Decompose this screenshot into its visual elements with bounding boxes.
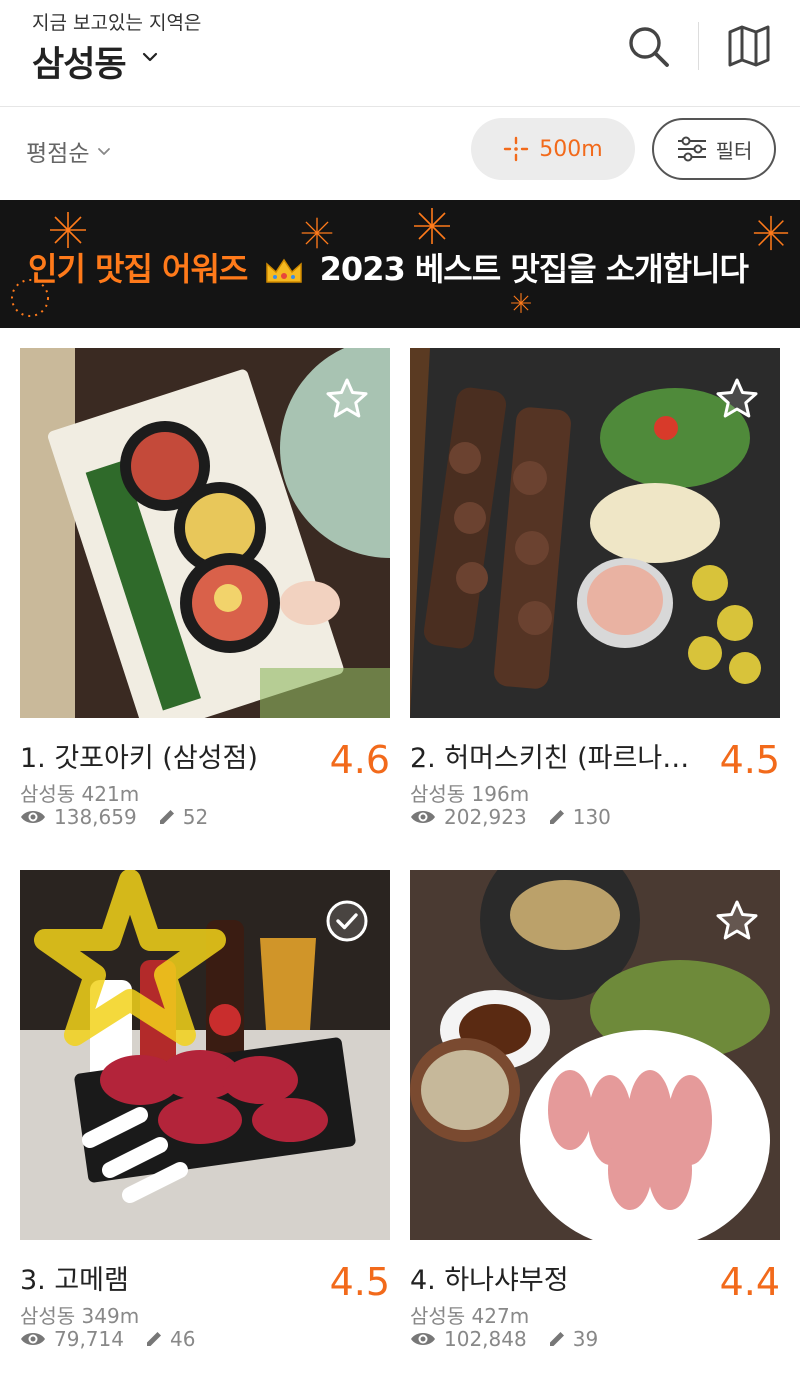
distance-label: 500m (539, 136, 603, 162)
view-count: 102,848 (444, 1327, 527, 1351)
restaurant-rating: 4.5 (329, 1260, 390, 1304)
filter-label: 필터 (715, 138, 753, 163)
checkmark-circle-icon[interactable] (324, 898, 370, 944)
star-outline-icon[interactable] (714, 376, 760, 422)
star-outline-icon[interactable] (714, 898, 760, 944)
restaurant-card[interactable]: 1. 갓포아키 (삼성점) 4.6 삼성동 421m 138,659 52 (20, 348, 390, 829)
restaurant-photo[interactable] (410, 870, 780, 1240)
restaurant-location: 삼성동 349m (20, 1304, 140, 1328)
restaurant-location: 삼성동 427m (410, 1304, 530, 1328)
restaurant-photo[interactable] (410, 348, 780, 718)
chevron-down-icon[interactable] (140, 47, 160, 67)
pencil-icon (549, 810, 564, 824)
banner-title: 인기 맛집 어워즈 2023 베스트 맛집을 소개합니다 (28, 244, 749, 290)
crown-icon (265, 258, 302, 283)
pencil-icon (159, 810, 174, 824)
restaurant-card[interactable]: 2. 허머스키친 (파르나스몰점) 4.5 삼성동 196m 202,923 1… (410, 348, 780, 829)
banner-title-part1: 인기 맛집 어워즈 (28, 250, 248, 288)
restaurant-stats: 102,848 39 (410, 1327, 598, 1351)
view-count: 202,923 (444, 805, 527, 829)
restaurant-name[interactable]: 4. 하나샤부정 (410, 1258, 710, 1297)
restaurant-location: 삼성동 421m (20, 782, 140, 806)
firework-decoration (753, 215, 789, 251)
awards-banner[interactable]: 인기 맛집 어워즈 2023 베스트 맛집을 소개합니다 (0, 200, 800, 328)
restaurant-rating: 4.6 (329, 738, 390, 782)
restaurant-photo[interactable] (20, 348, 390, 718)
review-count: 39 (572, 1327, 599, 1351)
chevron-down-icon (98, 148, 111, 155)
sort-label: 평점순 (26, 141, 90, 167)
search-icon[interactable] (624, 22, 672, 70)
review-count: 130 (572, 805, 611, 829)
restaurant-name[interactable]: 3. 고메램 (20, 1258, 320, 1297)
firework-decoration (414, 208, 450, 244)
restaurant-stats: 202,923 130 (410, 805, 611, 829)
restaurant-rating: 4.5 (719, 738, 780, 782)
restaurant-name[interactable]: 2. 허머스키친 (파르나스몰점) (410, 736, 710, 775)
pencil-icon (549, 1332, 564, 1346)
review-count: 52 (182, 805, 209, 829)
location-selector[interactable]: 삼성동 (32, 36, 127, 87)
pencil-icon (146, 1332, 161, 1346)
eye-icon (411, 1333, 435, 1345)
firework-decoration (511, 293, 531, 313)
view-count: 79,714 (54, 1327, 124, 1351)
restaurant-stats: 79,714 46 (20, 1327, 195, 1351)
banner-title-part2: 2023 베스트 맛집을 소개합니다 (319, 250, 749, 288)
eye-icon (411, 811, 435, 823)
map-icon[interactable] (725, 22, 773, 70)
header-divider (698, 22, 699, 70)
distance-filter-button[interactable]: 500m (471, 118, 635, 180)
restaurant-location: 삼성동 196m (410, 782, 530, 806)
filter-bar: 평점순 500m 필터 (0, 108, 800, 200)
view-count: 138,659 (54, 805, 137, 829)
location-caption: 지금 보고있는 지역은 (32, 12, 202, 34)
restaurant-stats: 138,659 52 (20, 805, 208, 829)
restaurant-card[interactable]: 4. 하나샤부정 4.4 삼성동 427m 102,848 39 (410, 870, 780, 1351)
restaurant-card[interactable]: 3. 고메램 4.5 삼성동 349m 79,714 46 (20, 870, 390, 1351)
eye-icon (21, 1333, 45, 1345)
restaurant-rating: 4.4 (719, 1260, 780, 1304)
eye-icon (21, 811, 45, 823)
filter-button[interactable]: 필터 (652, 118, 776, 180)
sliders-icon (677, 136, 706, 162)
review-count: 46 (169, 1327, 196, 1351)
star-outline-icon[interactable] (324, 376, 370, 422)
header: 지금 보고있는 지역은 삼성동 (0, 0, 800, 107)
crosshair-icon (504, 136, 529, 162)
restaurant-photo[interactable] (20, 870, 390, 1240)
sort-dropdown[interactable]: 평점순 (26, 134, 113, 168)
restaurant-name[interactable]: 1. 갓포아키 (삼성점) (20, 736, 320, 775)
